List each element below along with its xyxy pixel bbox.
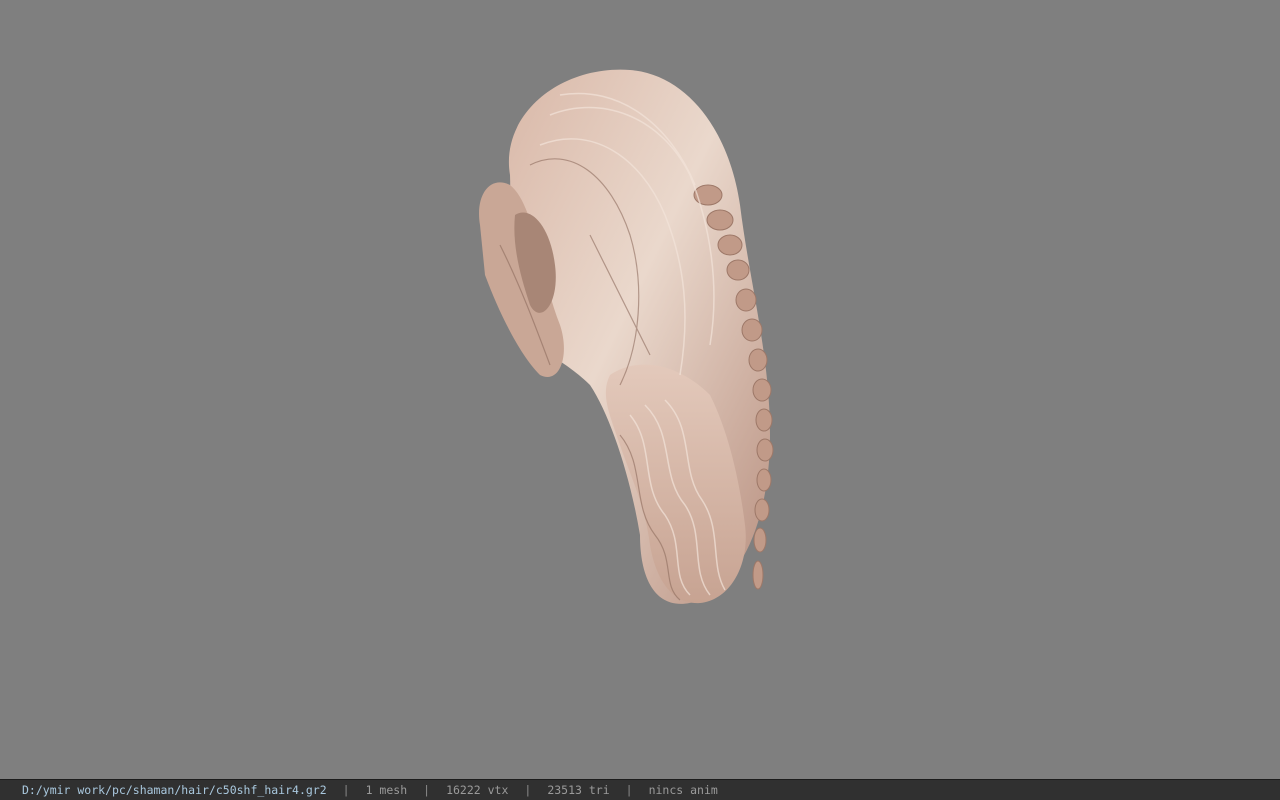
3d-viewport[interactable] — [0, 0, 1280, 779]
triangle-count: 23513 tri — [547, 783, 610, 797]
file-path: D:/ymir work/pc/shaman/hair/c50shf_hair4… — [22, 783, 327, 797]
separator: | — [524, 783, 532, 797]
mesh-count: 1 mesh — [365, 783, 408, 797]
vertex-count: 16222 vtx — [446, 783, 509, 797]
separator: | — [625, 783, 633, 797]
separator: | — [423, 783, 431, 797]
animation-status: nincs anim — [648, 783, 718, 797]
status-bar: D:/ymir work/pc/shaman/hair/c50shf_hair4… — [0, 779, 1280, 800]
hair-model-icon — [479, 69, 774, 604]
separator: | — [342, 783, 350, 797]
